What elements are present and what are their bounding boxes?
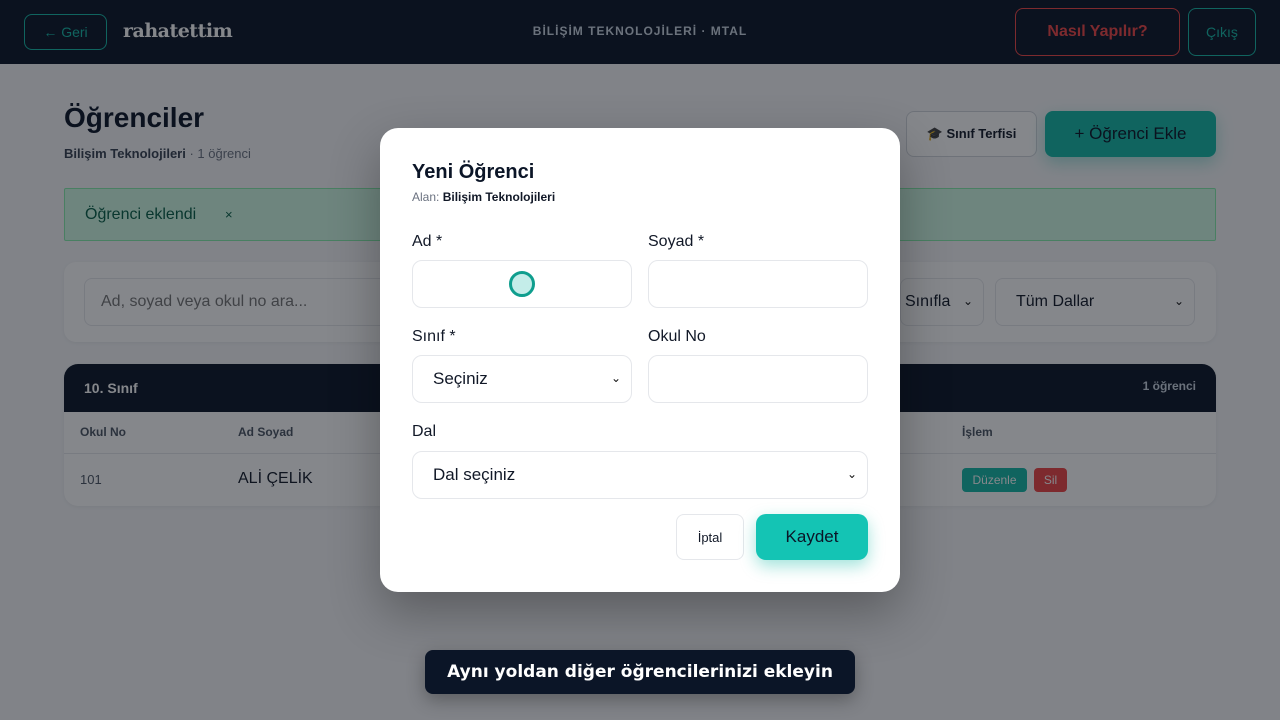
- school-no-label: Okul No: [648, 328, 706, 345]
- branch-select-value: Dal seçiniz: [433, 465, 516, 484]
- chevron-down-icon: ⌄: [610, 371, 621, 385]
- class-label: Sınıf *: [412, 328, 456, 345]
- modal-title: Yeni Öğrenci: [412, 161, 535, 183]
- branch-select[interactable]: Dal seçiniz ⌄: [412, 451, 868, 499]
- click-indicator: [509, 271, 535, 297]
- last-name-field[interactable]: [648, 260, 868, 308]
- branch-label: Dal: [412, 423, 437, 440]
- school-no-field[interactable]: [648, 355, 868, 403]
- class-select-value: Seçiniz: [433, 369, 488, 388]
- modal-subtitle: Alan: Bilişim Teknolojileri: [412, 190, 555, 204]
- tutorial-toast: Aynı yoldan diğer öğrencilerinizi ekleyi…: [425, 650, 855, 694]
- chevron-down-icon: ⌄: [846, 467, 857, 481]
- first-name-label: Ad *: [412, 233, 443, 250]
- last-name-label: Soyad *: [648, 233, 705, 250]
- area-prefix: Alan:: [412, 190, 443, 204]
- save-button[interactable]: Kaydet: [756, 514, 868, 560]
- cancel-button[interactable]: İptal: [676, 514, 744, 560]
- new-student-modal: Yeni Öğrenci Alan: Bilişim Teknolojileri…: [380, 128, 900, 592]
- area-value: Bilişim Teknolojileri: [442, 190, 556, 204]
- class-select[interactable]: Seçiniz ⌄: [412, 355, 632, 403]
